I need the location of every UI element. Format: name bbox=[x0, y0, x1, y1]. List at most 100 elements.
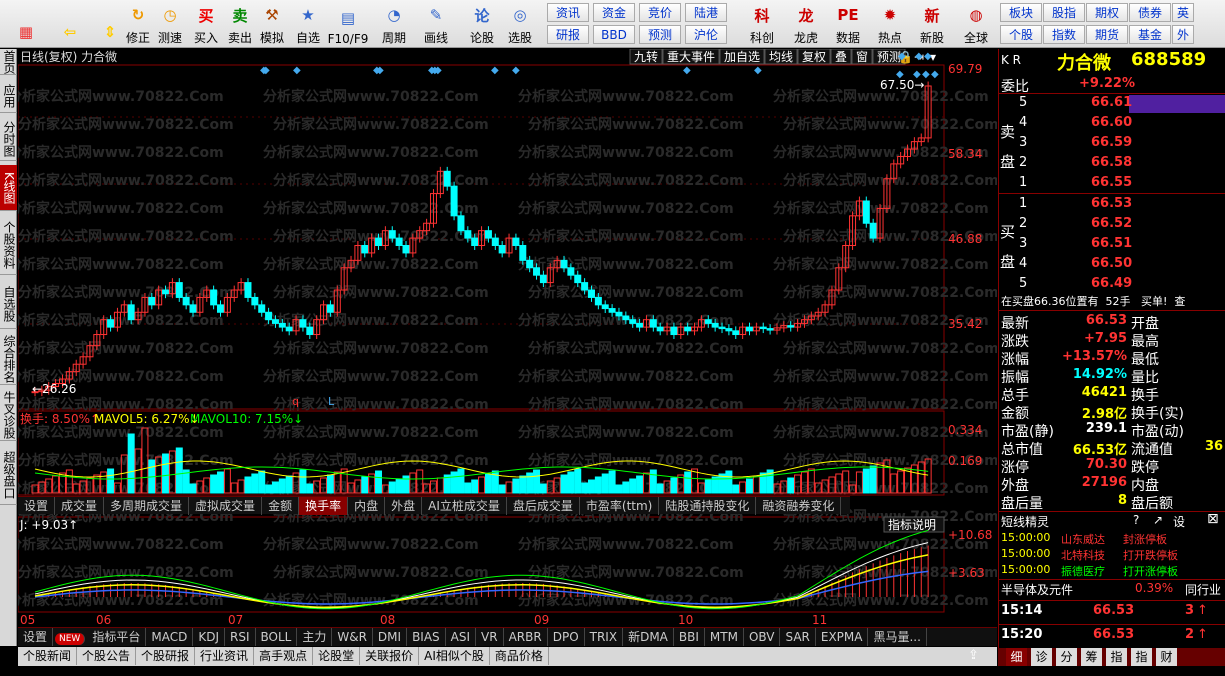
quick-button[interactable]: 资讯 bbox=[547, 3, 589, 22]
toolbar-refresh-button[interactable]: ↻ 修正 bbox=[120, 2, 156, 46]
indicator-tab[interactable]: SAR bbox=[780, 628, 816, 646]
news-tab[interactable]: 高手观点 bbox=[254, 647, 314, 665]
leftnav-item[interactable]: 牛叉诊股 bbox=[0, 389, 17, 441]
indicator-tab[interactable]: NEW bbox=[55, 633, 86, 645]
market-button[interactable]: 指数 bbox=[1043, 25, 1085, 44]
toolbar-windows-button[interactable]: ▦ bbox=[8, 2, 44, 46]
buy-price[interactable]: 66.49 bbox=[1091, 276, 1132, 291]
kline-chart[interactable]: 分析家公式网www.70822.Com 分析家公式网www.70822.Com 分析… bbox=[8, 48, 999, 629]
close-icon[interactable]: ⊠ bbox=[1207, 511, 1219, 527]
buy-price[interactable]: 66.52 bbox=[1091, 216, 1132, 231]
toolbar-pe-button[interactable]: PE 数据 bbox=[828, 2, 868, 46]
market-button[interactable]: 英 bbox=[1172, 3, 1194, 22]
quote-bottom-tab[interactable]: 财 bbox=[1156, 648, 1178, 666]
vol-tab[interactable]: 换手率 bbox=[299, 497, 349, 515]
quote-bottom-tab[interactable]: 细 bbox=[1006, 648, 1028, 666]
indicator-tab[interactable]: 黑马量... bbox=[868, 628, 927, 646]
quote-bottom-tab[interactable]: 诊 bbox=[1031, 648, 1053, 666]
toolbar-buy-button[interactable]: 买买入 bbox=[188, 2, 224, 46]
elf-stock[interactable]: 振德医疗 bbox=[1061, 563, 1105, 579]
indicator-tab[interactable]: W&R bbox=[332, 628, 373, 646]
quote-bottom-tab[interactable]: 筹 bbox=[1081, 648, 1103, 666]
elf-stock[interactable]: 山东威达 bbox=[1061, 531, 1105, 547]
sector-name[interactable]: 半导体及元件 bbox=[1001, 581, 1073, 598]
leftnav-item[interactable]: 自选股 bbox=[0, 279, 17, 329]
quick-button[interactable]: 竞价 bbox=[639, 3, 681, 22]
quick-button[interactable]: 预测 bbox=[639, 25, 681, 44]
indicator-tab[interactable]: 设置 bbox=[18, 628, 54, 646]
vol-tab[interactable]: 盘后成交量 bbox=[507, 497, 580, 515]
buy-price[interactable]: 66.53 bbox=[1091, 196, 1132, 211]
toolbar-back-arrow-button[interactable]: ⇦ bbox=[52, 2, 88, 46]
vol-tab[interactable]: 陆股通持股变化 bbox=[659, 497, 757, 515]
indicator-tab[interactable]: 主力 bbox=[297, 628, 333, 646]
indicator-tab[interactable]: MTM bbox=[705, 628, 744, 646]
leftnav-item[interactable]: 首页 bbox=[0, 49, 17, 75]
vol-tab[interactable]: 虚拟成交量 bbox=[189, 497, 263, 515]
indicator-tab[interactable]: DMI bbox=[373, 628, 408, 646]
vol-tab[interactable]: 市盈率(ttm) bbox=[580, 497, 660, 515]
toolbar-ipo-button[interactable]: 新新股 bbox=[912, 2, 952, 46]
quote-bottom-tab[interactable]: 分 bbox=[1056, 648, 1078, 666]
leftnav-item[interactable]: 综合排名 bbox=[0, 333, 17, 385]
market-button[interactable]: 期货 bbox=[1086, 25, 1128, 44]
vol-tab[interactable]: AI立桩成交量 bbox=[422, 497, 507, 515]
indicator-tab[interactable]: BBI bbox=[674, 628, 705, 646]
leftnav-item[interactable]: 应用 bbox=[0, 79, 17, 113]
indicator-tab[interactable]: 指标平台 bbox=[87, 628, 147, 646]
indicator-tab[interactable]: VR bbox=[476, 628, 504, 646]
toolbar-hot-button[interactable]: ✹ 热点 bbox=[870, 2, 910, 46]
leftnav-item[interactable]: 超级盘口 bbox=[0, 445, 17, 505]
toolbar-select-button[interactable]: ◎ 选股 bbox=[502, 2, 538, 46]
market-button[interactable]: 债券 bbox=[1129, 3, 1171, 22]
elf-stock[interactable]: 北特科技 bbox=[1061, 547, 1105, 563]
indicator-tab[interactable]: TRIX bbox=[585, 628, 624, 646]
vol-tab[interactable]: 多周期成交量 bbox=[104, 497, 190, 515]
vol-tab[interactable]: 内盘 bbox=[348, 497, 386, 515]
market-button[interactable]: 个股 bbox=[1000, 25, 1042, 44]
market-button[interactable]: 期权 bbox=[1086, 3, 1128, 22]
leftnav-item[interactable]: 个股资料 bbox=[0, 215, 17, 275]
help-icon[interactable]: ? bbox=[1133, 513, 1139, 527]
buy-price[interactable]: 66.50 bbox=[1091, 256, 1132, 271]
quote-bottom-tab[interactable]: 指 bbox=[1131, 648, 1153, 666]
indicator-tab[interactable]: 新DMA bbox=[623, 628, 674, 646]
toolbar-dragon-button[interactable]: 龙龙虎 bbox=[786, 2, 826, 46]
sell-price[interactable]: 66.58 bbox=[1091, 155, 1132, 170]
buy-price[interactable]: 66.51 bbox=[1091, 236, 1132, 251]
indicator-tab[interactable]: RSI bbox=[225, 628, 256, 646]
leftnav-item[interactable]: K线图 bbox=[0, 165, 17, 211]
news-tab[interactable]: 个股公告 bbox=[77, 647, 137, 665]
quick-button[interactable]: 资金 bbox=[593, 3, 635, 22]
indicator-tab[interactable]: OBV bbox=[744, 628, 781, 646]
vol-tab[interactable]: 设置 bbox=[18, 497, 56, 515]
news-tab[interactable]: 个股研报 bbox=[136, 647, 196, 665]
quote-bottom-tab[interactable]: 指 bbox=[1106, 648, 1128, 666]
toolbar-f10-button[interactable]: ▤ F10/F9 bbox=[328, 2, 369, 46]
leftnav-item[interactable]: 分时图 bbox=[0, 117, 17, 161]
indicator-tab[interactable]: BIAS bbox=[407, 628, 446, 646]
sell-price[interactable]: 66.55 bbox=[1091, 175, 1132, 190]
vol-tab[interactable]: 融资融券变化 bbox=[756, 497, 842, 515]
sell-price[interactable]: 66.59 bbox=[1091, 135, 1132, 150]
toolbar-kechuang-button[interactable]: 科科创 bbox=[742, 2, 782, 46]
news-tab[interactable]: AI相似个股 bbox=[419, 647, 490, 665]
toolbar-sell-button[interactable]: 卖卖出 bbox=[222, 2, 258, 46]
sell-price[interactable]: 66.61 bbox=[1091, 95, 1132, 110]
indicator-tab[interactable]: ARBR bbox=[504, 628, 548, 646]
sell-price[interactable]: 66.60 bbox=[1091, 115, 1132, 130]
market-button[interactable]: 板块 bbox=[1000, 3, 1042, 22]
expand-icon[interactable]: ↗ bbox=[1153, 513, 1163, 527]
indicator-tab[interactable]: KDJ bbox=[193, 628, 225, 646]
vol-tab[interactable]: 成交量 bbox=[55, 497, 105, 515]
market-button[interactable]: 外 bbox=[1172, 25, 1194, 44]
settings-icon[interactable]: 设 bbox=[1173, 513, 1185, 530]
toolbar-cycle-button[interactable]: ◔ 周期 bbox=[376, 2, 412, 46]
indicator-tab[interactable]: DPO bbox=[548, 628, 585, 646]
toolbar-clock-button[interactable]: ◷ 测速 bbox=[152, 2, 188, 46]
market-button[interactable]: 基金 bbox=[1129, 25, 1171, 44]
market-button[interactable]: 股指 bbox=[1043, 3, 1085, 22]
quick-button[interactable]: 陆港 bbox=[685, 3, 727, 22]
toolbar-star-button[interactable]: ★ 自选 bbox=[290, 2, 326, 46]
news-tab[interactable]: 论股堂 bbox=[313, 647, 361, 665]
